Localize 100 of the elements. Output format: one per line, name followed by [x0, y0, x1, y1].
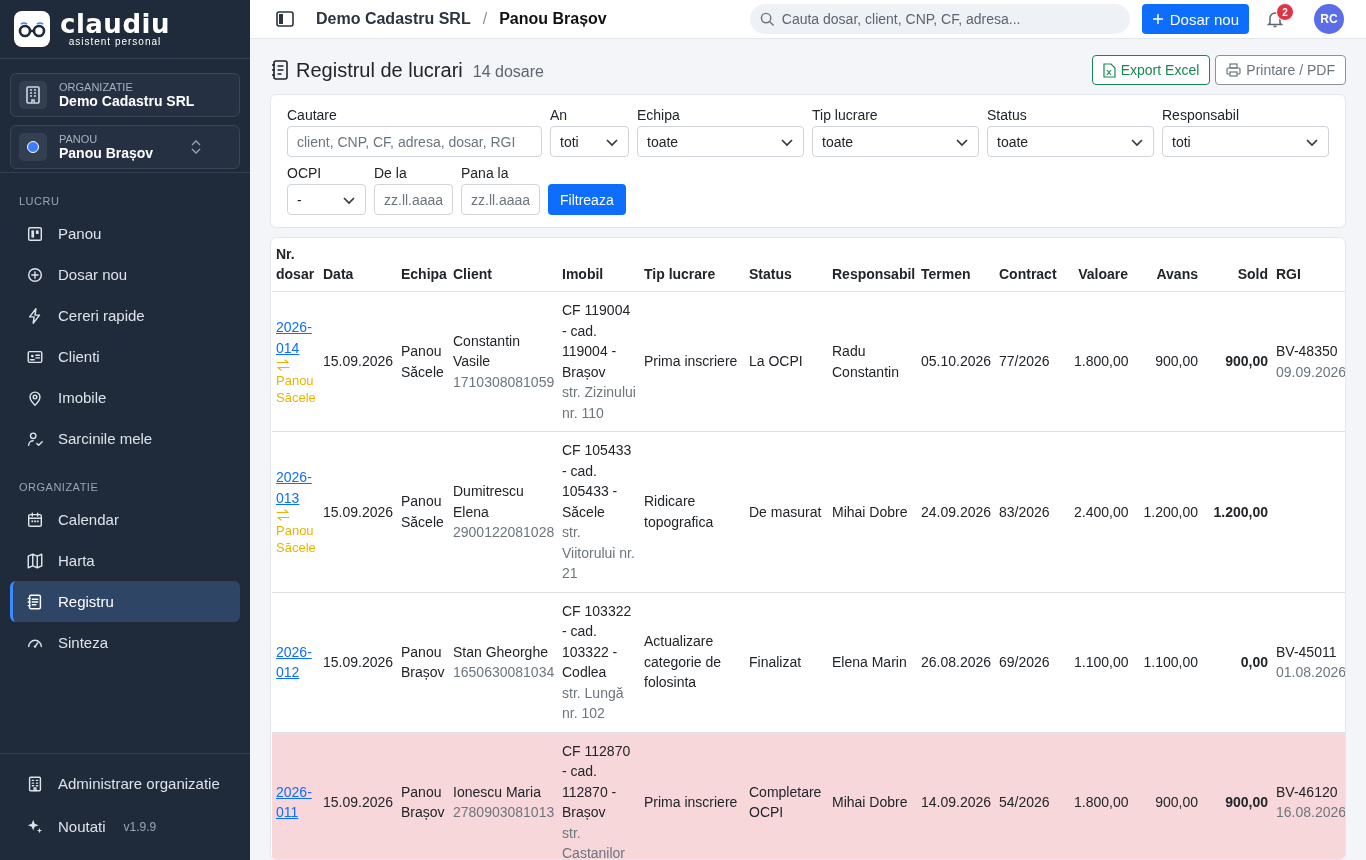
rgi-date: 09.09.2026 [1276, 362, 1343, 382]
column-header: Status [749, 266, 792, 282]
column-header: Tip lucrare [644, 266, 716, 282]
search-icon [759, 12, 775, 27]
user-avatar[interactable]: RC [1314, 4, 1344, 34]
page-title: Registrul de lucrari [296, 58, 463, 82]
sidebar-item[interactable]: Administrare organizatie [10, 762, 240, 805]
sidebar-toggle-icon[interactable] [276, 11, 294, 27]
table-cell: Actualizare categorie de folosinta [644, 633, 722, 691]
transfer-team: Panou Săcele [276, 522, 315, 557]
table-cell: 69/2026 [999, 653, 1050, 670]
filter-input[interactable]: zz.ll.aaaa [461, 184, 540, 215]
plus-circle-icon [26, 265, 44, 284]
sidebar-item[interactable]: Sinteza [10, 622, 240, 663]
filter-label: Echipa [637, 107, 681, 123]
filter-input[interactable]: client, CNP, CF, adresa, dosar, RGI [287, 126, 542, 157]
file-count: 14 dosare [472, 62, 544, 81]
sidebar-item[interactable]: Calendar [10, 499, 240, 540]
filter-button[interactable]: Filtreaza [548, 184, 626, 215]
table-cell: Mihai Dobre [832, 793, 908, 810]
rgi-number: BV-46120 [1276, 783, 1338, 800]
export-excel-button[interactable]: Export Excel [1091, 55, 1211, 85]
property-address: str. Lungă nr. 102 [562, 683, 625, 723]
calendar-icon [26, 510, 44, 529]
filter-input[interactable]: zz.ll.aaaa [374, 184, 453, 215]
table-cell: Elena Marin [832, 653, 907, 670]
rgi-date: 01.08.2026 [1276, 663, 1343, 682]
file-number-link[interactable]: 2026-012 [276, 641, 315, 683]
new-file-button[interactable]: Dosar nou [1141, 4, 1249, 34]
organization-switcher[interactable]: ORGANIZATIE Demo Cadastru SRL [10, 73, 240, 117]
section-heading: ORGANIZATIE [18, 480, 100, 495]
board-icon [26, 224, 44, 243]
building-icon [26, 774, 44, 793]
table-cell: 1.100,00 [1074, 653, 1129, 670]
person-check-icon [26, 429, 44, 448]
client-name: Dumitrescu Elena [453, 483, 524, 520]
filter-label: Cautare [287, 107, 338, 123]
sidebar-item[interactable]: Dosar nou [10, 254, 240, 295]
column-header: Data [323, 266, 354, 282]
column-header: Nr. dosar [276, 246, 315, 282]
column-header: Client [453, 266, 492, 282]
table-cell: 05.10.2026 [921, 353, 992, 370]
table-cell: Finalizat [749, 653, 802, 670]
filter-dropdown[interactable]: - [287, 184, 366, 215]
sidebar-item[interactable]: Sarcinile mele [10, 418, 240, 459]
filter-dropdown[interactable]: toti [1162, 126, 1329, 157]
section-heading: LUCRU [18, 194, 61, 209]
table-cell: Panou Brașov [401, 643, 445, 680]
table-cell: Ridicare topografica [644, 493, 714, 530]
sidebar-item[interactable]: Panou [10, 213, 240, 254]
table-cell: Panou Săcele [401, 493, 444, 530]
filter-label: OCPI [287, 165, 323, 181]
filter-dropdown[interactable]: toate [637, 126, 804, 157]
logo-icon [14, 11, 50, 47]
sidebar-item[interactable]: Clienti [10, 336, 240, 377]
filter-dropdown[interactable]: toate [812, 126, 979, 157]
column-header: Sold [1237, 266, 1268, 282]
table-cell: 0,00 [1240, 653, 1268, 670]
property-reference: CF 119004 - cad. 119004 - Brașov [562, 302, 631, 380]
chevron-up-down-icon [191, 140, 201, 154]
sidebar-item[interactable]: Noutati v1.9.9 [10, 805, 240, 848]
file-number-link[interactable]: 2026-014 [276, 317, 315, 358]
print-button[interactable]: Printare / PDF [1215, 55, 1346, 85]
search-field[interactable]: Cauta dosar, client, CNP, CF, adresa... [749, 4, 1130, 34]
table-cell: Panou Săcele [401, 343, 444, 380]
sidebar-item[interactable]: Registru [10, 581, 240, 622]
property-reference: CF 103322 - cad. 103322 - Codlea [562, 602, 632, 680]
table-cell: Completare OCPI [749, 783, 822, 820]
sidebar-item[interactable]: Cereri rapide [10, 295, 240, 336]
breadcrumb-separator: / [482, 10, 488, 28]
table-cell: 15.09.2026 [323, 503, 394, 520]
transfer-team: Panou Săcele [276, 372, 315, 406]
client-cnp: 2900122081028 [453, 523, 554, 542]
table-cell: 1.800,00 [1074, 793, 1129, 810]
printer-icon [1226, 63, 1242, 77]
brand-name: claudiu [60, 11, 170, 36]
property-reference: CF 112870 - cad. 112870 - Brașov [562, 742, 631, 820]
table-cell: 15.09.2026 [323, 353, 394, 370]
table-cell: 15.09.2026 [323, 793, 394, 810]
rgi-date: 16.08.2026 [1276, 803, 1343, 822]
table-cell: 900,00 [1225, 353, 1268, 370]
file-number-link[interactable]: 2026-013 [276, 467, 315, 509]
filter-label: Responsabil [1162, 107, 1241, 123]
breadcrumb-item[interactable]: Panou Brașov [499, 10, 607, 28]
breadcrumb-item[interactable]: Demo Cadastru SRL [316, 10, 471, 28]
table-cell: Panou Brașov [401, 783, 445, 820]
table-cell: 77/2026 [999, 353, 1050, 370]
table-cell: Prima inscriere [644, 793, 738, 810]
filter-dropdown[interactable]: toate [987, 126, 1154, 157]
client-name: Ionescu Maria [453, 783, 541, 800]
sidebar-item[interactable]: Imobile [10, 377, 240, 418]
table-cell: 14.09.2026 [921, 793, 992, 810]
table-cell: 1.200,00 [1213, 503, 1268, 520]
client-cnp: 1710308081059 [453, 372, 554, 392]
table-cell: Mihai Dobre [832, 503, 908, 520]
panel-switcher[interactable]: PANOU Panou Brașov [10, 125, 240, 169]
table-cell: Radu Constantin [832, 343, 899, 380]
sidebar-item[interactable]: Harta [10, 540, 240, 581]
column-header: Avans [1156, 266, 1198, 282]
filter-dropdown[interactable]: toti [550, 126, 629, 157]
